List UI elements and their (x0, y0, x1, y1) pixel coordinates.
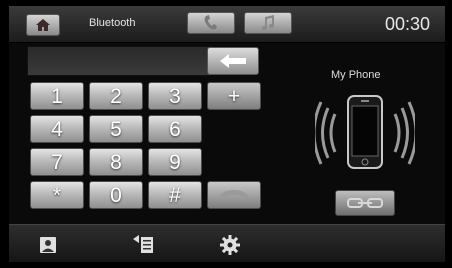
key-2[interactable]: 2 (89, 82, 143, 110)
key-star[interactable]: * (30, 181, 84, 209)
key-5[interactable]: 5 (89, 115, 143, 143)
settings-gear-icon[interactable] (219, 234, 241, 256)
key-0[interactable]: 0 (89, 181, 143, 209)
key-8[interactable]: 8 (89, 148, 143, 176)
key-hash[interactable]: # (148, 181, 202, 209)
backspace-button[interactable] (207, 47, 259, 75)
music-note-icon (262, 15, 274, 30)
connected-phone (312, 92, 418, 179)
tab-music[interactable] (244, 12, 292, 34)
connect-button[interactable] (335, 190, 395, 216)
bluetooth-screen: Bluetooth 00:30 1 2 3 + 4 5 6 7 8 9 * 0 (9, 6, 445, 262)
phone-signal-icon (312, 95, 418, 169)
phone-handset-icon (204, 15, 217, 30)
key-6[interactable]: 6 (148, 115, 202, 143)
call-button[interactable] (207, 181, 261, 209)
link-icon (347, 198, 383, 208)
screen-title: Bluetooth (89, 17, 136, 29)
key-plus[interactable]: + (207, 82, 261, 110)
home-icon (36, 19, 50, 31)
home-button[interactable] (26, 14, 60, 36)
key-9[interactable]: 9 (148, 148, 202, 176)
phone-handset-icon (219, 190, 249, 200)
key-7[interactable]: 7 (30, 148, 84, 176)
key-1[interactable]: 1 (30, 82, 84, 110)
key-4[interactable]: 4 (30, 115, 84, 143)
clock: 00:30 (384, 14, 430, 34)
top-bar: Bluetooth 00:30 (9, 6, 445, 43)
device-name: My Phone (331, 69, 381, 81)
backspace-arrow-icon (220, 54, 246, 68)
tab-phone[interactable] (187, 12, 235, 34)
contacts-icon[interactable] (37, 234, 59, 256)
number-display (27, 46, 211, 76)
bottom-bar (9, 224, 445, 262)
key-3[interactable]: 3 (148, 82, 202, 110)
call-log-icon[interactable] (133, 234, 155, 256)
